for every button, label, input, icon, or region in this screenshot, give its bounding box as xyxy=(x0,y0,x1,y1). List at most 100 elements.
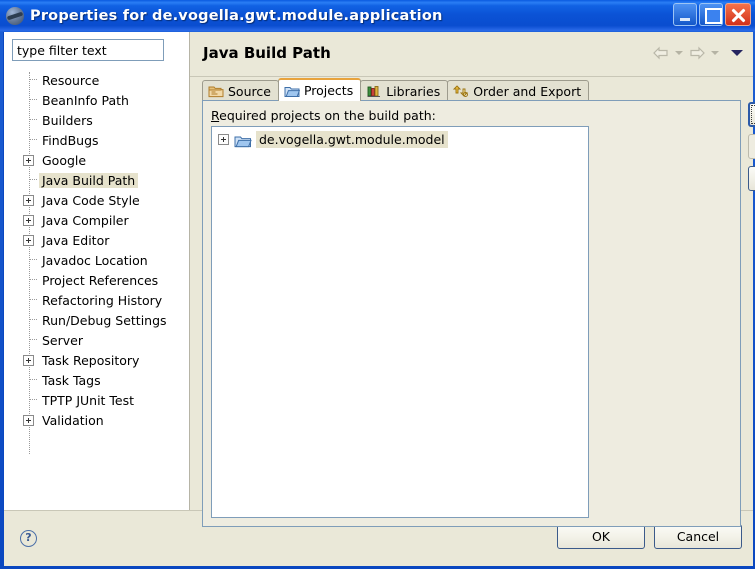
tab-libraries[interactable]: Libraries xyxy=(360,80,449,101)
tab-order-and-export[interactable]: Order and Export xyxy=(447,80,590,101)
sidebar-item-label: Refactoring History xyxy=(42,292,163,308)
sidebar-item-label: Validation xyxy=(42,412,104,428)
folder-icon xyxy=(234,133,252,147)
tree-connector-icon xyxy=(30,339,37,340)
sidebar-item-label: Resource xyxy=(42,72,100,88)
tree-connector-icon xyxy=(30,79,37,80)
sidebar-item-project-references[interactable]: Project References xyxy=(4,270,190,290)
sidebar-item-label: TPTP JUnit Test xyxy=(42,392,135,408)
title-bar[interactable]: Properties for de.vogella.gwt.module.app… xyxy=(0,0,755,32)
sidebar-item-label: FindBugs xyxy=(42,132,99,148)
maximize-icon[interactable] xyxy=(699,3,723,26)
tree-connector-icon xyxy=(30,399,37,400)
libraries-books-icon xyxy=(366,84,382,98)
help-question-icon[interactable]: ? xyxy=(20,530,37,547)
label-accel: R xyxy=(211,108,220,123)
expand-plus-icon[interactable] xyxy=(23,415,34,426)
sidebar-item-findbugs[interactable]: FindBugs xyxy=(4,130,190,150)
properties-dialog-window: Properties for de.vogella.gwt.module.app… xyxy=(0,0,755,569)
sidebar-item-validation[interactable]: Validation xyxy=(4,410,190,430)
remove-button[interactable]: Remove xyxy=(748,166,755,191)
java-build-path-page: Java Build Path Source Projects Librarie… xyxy=(190,32,755,527)
sidebar-item-label: Java Code Style xyxy=(42,192,140,208)
sidebar-item-label: Javadoc Location xyxy=(42,252,148,268)
forward-arrow-icon[interactable] xyxy=(688,45,706,61)
sidebar-item-label: Java Compiler xyxy=(42,212,129,228)
expand-plus-icon[interactable] xyxy=(23,235,34,246)
expand-plus-icon[interactable] xyxy=(23,195,34,206)
header-divider xyxy=(190,76,753,77)
sidebar-item-label: Builders xyxy=(42,112,93,128)
sidebar-item-beaninfo-path[interactable]: BeanInfo Path xyxy=(4,90,190,110)
sidebar-item-java-compiler[interactable]: Java Compiler xyxy=(4,210,190,230)
tree-connector-icon xyxy=(30,99,37,100)
eclipse-globe-icon xyxy=(6,7,24,25)
back-dropdown-caret-icon[interactable] xyxy=(675,51,683,55)
settings-tree[interactable]: Resource BeanInfo Path Builders FindBugs Goo… xyxy=(4,70,190,506)
close-icon[interactable] xyxy=(725,3,751,26)
tab-source[interactable]: Source xyxy=(202,80,279,101)
window-controls xyxy=(673,3,751,26)
tree-connector-icon xyxy=(30,279,37,280)
list-action-buttons: Add... Edit... Remove xyxy=(748,102,755,198)
sidebar-item-label: Project References xyxy=(42,272,159,288)
sidebar-item-builders[interactable]: Builders xyxy=(4,110,190,130)
window-title: Properties for de.vogella.gwt.module.app… xyxy=(30,8,443,24)
tree-connector-icon xyxy=(30,299,37,300)
sidebar-item-google[interactable]: Google xyxy=(4,150,190,170)
projects-tab-panel: Required projects on the build path: de.… xyxy=(202,100,741,527)
forward-dropdown-caret-icon[interactable] xyxy=(711,51,719,55)
sidebar-item-refactoring-history[interactable]: Refactoring History xyxy=(4,290,190,310)
build-path-tabs[interactable]: Source Projects Libraries Order and Export xyxy=(202,78,590,101)
sidebar-item-java-editor[interactable]: Java Editor xyxy=(4,230,190,250)
tab-label: Order and Export xyxy=(473,83,582,99)
required-projects-list[interactable]: de.vogella.gwt.module.model xyxy=(211,126,589,518)
source-folder-icon xyxy=(208,84,224,98)
sidebar-item-label: Java Build Path xyxy=(39,172,139,188)
sidebar-item-tptp-junit-test[interactable]: TPTP JUnit Test xyxy=(4,390,190,410)
back-arrow-icon[interactable] xyxy=(652,45,670,61)
sidebar-item-label: BeanInfo Path xyxy=(42,92,129,108)
sidebar-item-resource[interactable]: Resource xyxy=(4,70,190,90)
sidebar-item-javadoc-location[interactable]: Javadoc Location xyxy=(4,250,190,270)
expand-plus-icon[interactable] xyxy=(23,355,34,366)
expand-plus-icon[interactable] xyxy=(218,134,229,145)
sidebar-item-java-code-style[interactable]: Java Code Style xyxy=(4,190,190,210)
tree-connector-icon xyxy=(30,119,37,120)
projects-folder-icon xyxy=(284,84,301,98)
required-projects-label: Required projects on the build path: xyxy=(211,108,436,123)
filter-input[interactable] xyxy=(12,39,164,61)
expand-plus-icon[interactable] xyxy=(23,215,34,226)
label-rest: equired projects on the build path: xyxy=(219,108,436,123)
tree-connector-icon xyxy=(30,259,37,260)
tree-connector-icon xyxy=(30,139,37,140)
sidebar-item-label: Task Repository xyxy=(42,352,140,368)
tree-connector-icon xyxy=(30,179,37,180)
sidebar-item-java-build-path[interactable]: Java Build Path xyxy=(4,170,190,190)
sidebar-item-run-debug-settings[interactable]: Run/Debug Settings xyxy=(4,310,190,330)
tab-label: Source xyxy=(228,83,271,99)
view-menu-chevron-icon[interactable] xyxy=(731,50,743,56)
edit-button[interactable]: Edit... xyxy=(748,134,755,159)
tree-connector-icon xyxy=(30,379,37,380)
ok-button[interactable]: OK xyxy=(557,524,645,549)
page-navigation xyxy=(652,45,745,61)
footer-buttons: OK Cancel xyxy=(557,524,742,549)
add-button[interactable]: Add... xyxy=(748,102,755,127)
sidebar-item-label: Run/Debug Settings xyxy=(42,312,167,328)
sidebar-item-label: Google xyxy=(42,152,87,168)
page-title: Java Build Path xyxy=(203,44,331,62)
sidebar-item-label: Java Editor xyxy=(42,232,110,248)
sidebar-item-task-repository[interactable]: Task Repository xyxy=(4,350,190,370)
tab-label: Projects xyxy=(303,83,354,98)
sidebar-item-task-tags[interactable]: Task Tags xyxy=(4,370,190,390)
tab-label: Libraries xyxy=(386,83,441,99)
sidebar-item-label: Task Tags xyxy=(42,372,101,388)
dialog-body: Resource BeanInfo Path Builders FindBugs Goo… xyxy=(3,32,755,566)
cancel-button[interactable]: Cancel xyxy=(654,524,742,549)
list-item[interactable]: de.vogella.gwt.module.model xyxy=(212,130,588,149)
minimize-icon[interactable] xyxy=(673,3,697,26)
expand-plus-icon[interactable] xyxy=(23,155,34,166)
tab-projects[interactable]: Projects xyxy=(277,78,362,101)
sidebar-item-server[interactable]: Server xyxy=(4,330,190,350)
